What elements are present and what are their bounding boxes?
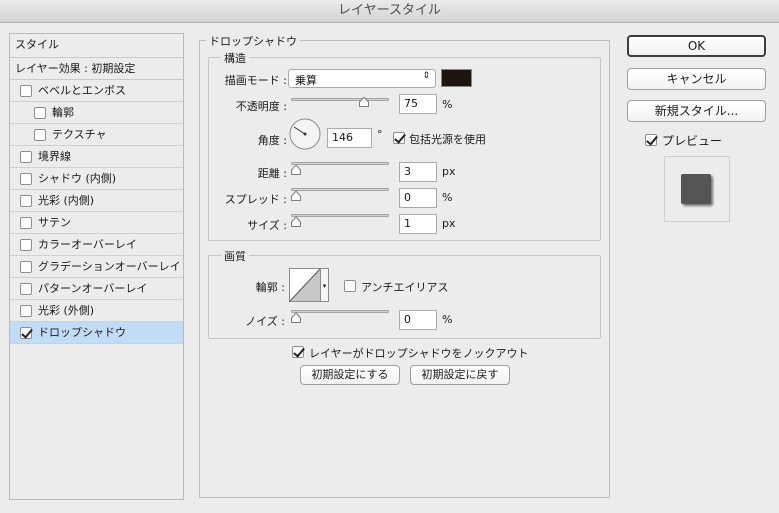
blend-mode-select[interactable]: 乗算 ⇕ <box>288 69 436 88</box>
effects-header[interactable]: レイヤー効果 : 初期設定 <box>10 58 183 80</box>
preview-swatch <box>681 174 711 204</box>
distance-unit: px <box>442 165 456 178</box>
knockout-checkbox[interactable] <box>292 346 304 358</box>
quality-group: 画質 輪郭 : ▾ アンチエイリアス ノイズ : 0 % <box>208 248 601 339</box>
sidebar-item-gradient-overlay[interactable]: グラデーションオーバーレイ <box>10 256 183 278</box>
make-default-button[interactable]: 初期設定にする <box>300 365 400 385</box>
panel-title: ドロップシャドウ <box>206 33 300 49</box>
angle-unit: ° <box>377 128 383 141</box>
checkbox[interactable] <box>20 282 32 295</box>
checkbox[interactable] <box>34 106 46 119</box>
checkbox[interactable] <box>20 238 32 251</box>
cancel-button[interactable]: キャンセル <box>627 68 766 90</box>
opacity-slider-track[interactable] <box>291 98 389 101</box>
spread-label: スプレッド : <box>224 193 287 206</box>
drop-shadow-panel: ドロップシャドウ 構造 描画モード : 乗算 ⇕ 不透明度 : 75 % 角度 … <box>199 33 610 498</box>
size-input[interactable]: 1 <box>399 214 437 234</box>
sidebar-item-label: テクスチャ <box>52 127 107 141</box>
size-slider-thumb[interactable] <box>291 217 301 227</box>
sidebar-item-label: 光彩 (内側) <box>38 193 95 207</box>
styles-header[interactable]: スタイル <box>10 34 183 58</box>
checkbox[interactable] <box>20 216 32 229</box>
sidebar-item-color-overlay[interactable]: カラーオーバーレイ <box>10 234 183 256</box>
preview-checkbox[interactable] <box>645 134 657 146</box>
checkbox[interactable] <box>20 304 32 317</box>
distance-input[interactable]: 3 <box>399 162 437 182</box>
antialias-label: アンチエイリアス <box>361 281 449 294</box>
sidebar-item-pattern-overlay[interactable]: パターンオーバーレイ <box>10 278 183 300</box>
chevron-down-icon[interactable]: ▾ <box>321 268 329 302</box>
noise-slider-track[interactable] <box>291 310 389 313</box>
noise-input[interactable]: 0 <box>399 310 437 330</box>
sidebar-item-contour[interactable]: 輪郭 <box>10 102 183 124</box>
new-style-button[interactable]: 新規スタイル... <box>627 100 766 122</box>
distance-slider-thumb[interactable] <box>291 165 301 175</box>
checkbox[interactable] <box>20 326 32 339</box>
sidebar-item-satin[interactable]: サテン <box>10 212 183 234</box>
spread-slider-track[interactable] <box>291 188 389 191</box>
antialias-checkbox[interactable] <box>344 280 356 292</box>
checkbox[interactable] <box>20 150 32 163</box>
blend-mode-label: 描画モード : <box>224 74 287 87</box>
sidebar-item-outer-glow[interactable]: 光彩 (外側) <box>10 300 183 322</box>
sidebar-item-label: カラーオーバーレイ <box>38 237 137 251</box>
contour-preview-icon <box>289 268 321 302</box>
noise-unit: % <box>442 313 453 326</box>
sidebar-item-label: サテン <box>38 215 71 229</box>
opacity-slider-thumb[interactable] <box>359 97 369 107</box>
preview-box <box>664 156 730 222</box>
sidebar-item-inner-shadow[interactable]: シャドウ (内側) <box>10 168 183 190</box>
checkbox[interactable] <box>20 260 32 273</box>
sidebar-item-label: シャドウ (内側) <box>38 171 117 185</box>
sidebar-item-label: グラデーションオーバーレイ <box>38 259 181 273</box>
angle-input[interactable]: 146 <box>327 128 372 148</box>
sidebar-item-stroke[interactable]: 境界線 <box>10 146 183 168</box>
structure-title: 構造 <box>221 50 249 66</box>
checkbox[interactable] <box>20 172 32 185</box>
sidebar-item-label: ドロップシャドウ <box>38 325 126 339</box>
sidebar-item-label: 境界線 <box>38 149 71 163</box>
sidebar-item-label: ベベルとエンボス <box>38 83 126 97</box>
sidebar-item-texture[interactable]: テクスチャ <box>10 124 183 146</box>
noise-label: ノイズ : <box>245 315 285 328</box>
opacity-label: 不透明度 : <box>235 100 287 113</box>
size-unit: px <box>442 217 456 230</box>
sidebar-item-drop-shadow[interactable]: ドロップシャドウ <box>10 322 183 344</box>
angle-label: 角度 : <box>257 134 287 147</box>
size-label: サイズ : <box>247 219 287 232</box>
spread-input[interactable]: 0 <box>399 188 437 208</box>
spread-unit: % <box>442 191 453 204</box>
noise-slider-thumb[interactable] <box>291 313 301 323</box>
sidebar-item-label: 光彩 (外側) <box>38 303 95 317</box>
updown-arrow-icon: ⇕ <box>422 71 430 81</box>
checkbox[interactable] <box>20 194 32 207</box>
checkbox[interactable] <box>34 128 46 141</box>
distance-slider-track[interactable] <box>291 162 389 165</box>
sidebar-item-label: パターンオーバーレイ <box>38 281 148 295</box>
contour-picker[interactable]: ▾ <box>289 268 329 302</box>
reset-default-button[interactable]: 初期設定に戻す <box>410 365 510 385</box>
sidebar-item-inner-glow[interactable]: 光彩 (内側) <box>10 190 183 212</box>
quality-title: 画質 <box>221 248 249 264</box>
spread-slider-thumb[interactable] <box>291 191 301 201</box>
window-title: レイヤースタイル <box>0 0 779 23</box>
preview-label: プレビュー <box>662 134 723 148</box>
opacity-unit: % <box>442 98 453 111</box>
size-slider-track[interactable] <box>291 214 389 217</box>
angle-dial[interactable] <box>289 118 321 150</box>
sidebar-item-label: 輪郭 <box>52 105 74 119</box>
sidebar-item-bevel-emboss[interactable]: ベベルとエンボス <box>10 80 183 102</box>
distance-label: 距離 : <box>257 167 287 180</box>
checkbox[interactable] <box>20 84 32 97</box>
contour-label: 輪郭 : <box>255 281 285 294</box>
structure-group: 構造 描画モード : 乗算 ⇕ 不透明度 : 75 % 角度 : 146 ° 包… <box>208 50 601 241</box>
knockout-label: レイヤーがドロップシャドウをノックアウト <box>309 347 529 360</box>
blend-mode-value: 乗算 <box>295 74 317 87</box>
global-light-label: 包括光源を使用 <box>409 133 486 146</box>
ok-button[interactable]: OK <box>627 35 766 57</box>
style-list: スタイル レイヤー効果 : 初期設定 ベベルとエンボス 輪郭 テクスチャ 境界線… <box>9 33 184 500</box>
shadow-color-swatch[interactable] <box>441 69 472 87</box>
global-light-checkbox[interactable] <box>393 132 405 144</box>
opacity-input[interactable]: 75 <box>399 94 437 114</box>
